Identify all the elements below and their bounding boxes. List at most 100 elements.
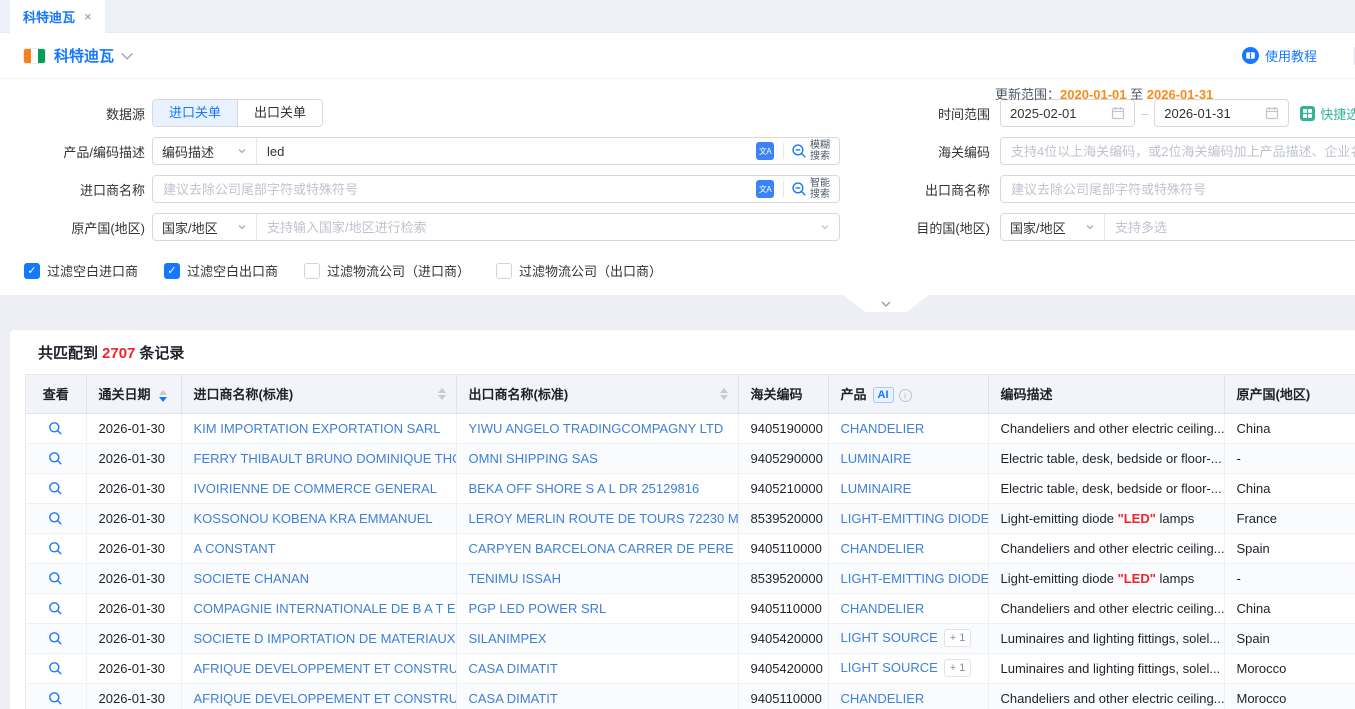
collapse-filters-button[interactable]: [843, 295, 929, 312]
tab-cote-divoire[interactable]: 科特迪瓦 ×: [10, 0, 105, 33]
exporter-link[interactable]: PGP LED POWER SRL: [469, 601, 607, 616]
tab-import-declarations[interactable]: 进口关单: [153, 100, 237, 126]
sort-icon[interactable]: [720, 388, 728, 400]
importer-link[interactable]: COMPAGNIE INTERNATIONALE DE B A T E R: [194, 601, 457, 616]
destination-country-input[interactable]: [1105, 220, 1355, 235]
view-record-button[interactable]: [45, 417, 67, 439]
origin-type-select[interactable]: 国家/地区: [153, 214, 257, 240]
product-tag[interactable]: CHANDELIER: [841, 541, 925, 556]
date-to-input[interactable]: 2026-01-31: [1154, 99, 1289, 127]
more-products-badge[interactable]: + 1: [944, 659, 972, 677]
tutorial-link[interactable]: 使用教程: [1242, 46, 1317, 65]
exporter-link[interactable]: OMNI SHIPPING SAS: [469, 451, 598, 466]
filter-checkbox[interactable]: 过滤物流公司（进口商）: [304, 261, 470, 280]
product-keyword-input[interactable]: [257, 144, 756, 159]
importer-link[interactable]: AFRIQUE DEVELOPPEMENT ET CONSTRUCT...: [194, 661, 457, 676]
magnifier-icon: [48, 661, 63, 676]
hs-code-input[interactable]: [1001, 144, 1355, 159]
destination-type-select[interactable]: 国家/地区: [1001, 214, 1105, 240]
importer-link[interactable]: AFRIQUE DEVELOPPEMENT ET CONSTRUCT...: [194, 691, 457, 706]
filter-panel: 更新范围：2020-01-01 至 2026-01-31 数据源 进口关单 出口…: [0, 79, 1355, 295]
magnifier-icon: [48, 571, 63, 586]
importer-link[interactable]: SOCIETE CHANAN: [194, 571, 310, 586]
importer-label: 进口商名称: [24, 180, 145, 199]
checkbox-label: 过滤空白进口商: [47, 261, 138, 280]
view-record-button[interactable]: [45, 597, 67, 619]
filter-checkbox[interactable]: ✓过滤空白出口商: [164, 261, 278, 280]
view-record-button[interactable]: [45, 537, 67, 559]
translate-icon[interactable]: 文A: [756, 180, 774, 198]
sort-icon[interactable]: [438, 388, 446, 400]
update-range: 更新范围：2020-01-01 至 2026-01-31: [995, 84, 1213, 103]
importer-link[interactable]: FERRY THIBAULT BRUNO DOMINIQUE THO...: [194, 451, 457, 466]
view-record-button[interactable]: [45, 567, 67, 589]
info-icon[interactable]: i: [899, 389, 912, 402]
column-header-2[interactable]: 进口商名称(标准): [181, 375, 456, 413]
importer-link[interactable]: KIM IMPORTATION EXPORTATION SARL: [194, 421, 441, 436]
magnifier-icon: [48, 481, 63, 496]
table-row: 2026-01-30IVOIRIENNE DE COMMERCE GENERAL…: [26, 473, 1355, 503]
column-header-1[interactable]: 通关日期: [86, 375, 181, 413]
exporter-link[interactable]: CASA DIMATIT: [469, 661, 558, 676]
product-tag[interactable]: LIGHT SOURCE: [841, 630, 938, 645]
exporter-name-input[interactable]: [1001, 182, 1355, 197]
fuzzy-search-button[interactable]: 模糊搜索: [791, 140, 839, 162]
view-record-button[interactable]: [45, 657, 67, 679]
product-tag[interactable]: LUMINAIRE: [841, 451, 912, 466]
chevron-down-icon[interactable]: [121, 48, 132, 59]
exporter-link[interactable]: TENIMU ISSAH: [469, 571, 561, 586]
exporter-link[interactable]: LEROY MERLIN ROUTE DE TOURS 72230 M: [469, 511, 739, 526]
view-record-button[interactable]: [45, 507, 67, 529]
exporter-link[interactable]: SILANIMPEX: [469, 631, 547, 646]
view-record-button[interactable]: [45, 477, 67, 499]
checkbox-checked-icon[interactable]: ✓: [164, 263, 180, 279]
checkbox-unchecked-icon[interactable]: [304, 263, 320, 279]
importer-link[interactable]: SOCIETE D IMPORTATION DE MATERIAUX E...: [194, 631, 457, 646]
origin-country-cell: Morocco: [1224, 653, 1355, 683]
view-record-button[interactable]: [45, 627, 67, 649]
product-tag[interactable]: LIGHT SOURCE: [841, 660, 938, 675]
product-tag[interactable]: CHANDELIER: [841, 601, 925, 616]
origin-country-input[interactable]: [257, 220, 820, 235]
product-tag[interactable]: CHANDELIER: [841, 691, 925, 706]
importer-name-input[interactable]: [153, 182, 756, 197]
quick-select-button[interactable]: 快捷选: [1300, 104, 1355, 123]
filter-checkbox[interactable]: ✓ 过滤空白进口商: [24, 261, 138, 280]
product-tag[interactable]: LIGHT-EMITTING DIODE: [841, 511, 989, 526]
filter-checkbox[interactable]: 过滤物流公司（出口商）: [496, 261, 662, 280]
importer-link[interactable]: KOSSONOU KOBENA KRA EMMANUEL: [194, 511, 433, 526]
country-title[interactable]: 科特迪瓦: [54, 45, 114, 66]
exporter-link[interactable]: CARPYEN BARCELONA CARRER DE PERE IV: [469, 541, 739, 556]
magnifier-icon: [48, 541, 63, 556]
sort-icon[interactable]: [159, 390, 167, 402]
smart-search-button[interactable]: 智能搜索: [791, 178, 839, 200]
product-type-select[interactable]: 编码描述: [153, 138, 257, 164]
importer-cell: IVOIRIENNE DE COMMERCE GENERAL: [181, 473, 456, 503]
exporter-link[interactable]: YIWU ANGELO TRADINGCOMPAGNY LTD: [469, 421, 724, 436]
close-icon[interactable]: ×: [84, 9, 92, 24]
product-cell: CHANDELIER: [828, 593, 988, 623]
translate-icon[interactable]: 文A: [756, 142, 774, 160]
product-cell: LUMINAIRE: [828, 473, 988, 503]
code-description-cell: Luminaires and lighting fittings, solel.…: [988, 623, 1224, 653]
checkbox-checked-icon[interactable]: ✓: [24, 263, 40, 279]
view-record-button[interactable]: [45, 687, 67, 709]
product-tag[interactable]: LUMINAIRE: [841, 481, 912, 496]
importer-link[interactable]: IVOIRIENNE DE COMMERCE GENERAL: [194, 481, 437, 496]
column-header-3[interactable]: 出口商名称(标准): [456, 375, 738, 413]
exporter-link[interactable]: CASA DIMATIT: [469, 691, 558, 706]
view-record-button[interactable]: [45, 447, 67, 469]
table-row: 2026-01-30KOSSONOU KOBENA KRA EMMANUELLE…: [26, 503, 1355, 533]
date-from-input[interactable]: 2025-02-01: [1000, 99, 1135, 127]
exporter-link[interactable]: BEKA OFF SHORE S A L DR 25129816: [469, 481, 700, 496]
tab-title: 科特迪瓦: [23, 7, 75, 26]
more-products-badge[interactable]: + 1: [944, 629, 972, 647]
chevron-down-icon: [820, 222, 839, 232]
tab-export-declarations[interactable]: 出口关单: [237, 100, 322, 126]
chevron-down-icon: [879, 299, 893, 309]
checkbox-unchecked-icon[interactable]: [496, 263, 512, 279]
importer-link[interactable]: A CONSTANT: [194, 541, 276, 556]
product-tag[interactable]: CHANDELIER: [841, 421, 925, 436]
hs-code-label: 海关编码: [840, 142, 990, 161]
product-tag[interactable]: LIGHT-EMITTING DIODE: [841, 571, 989, 586]
